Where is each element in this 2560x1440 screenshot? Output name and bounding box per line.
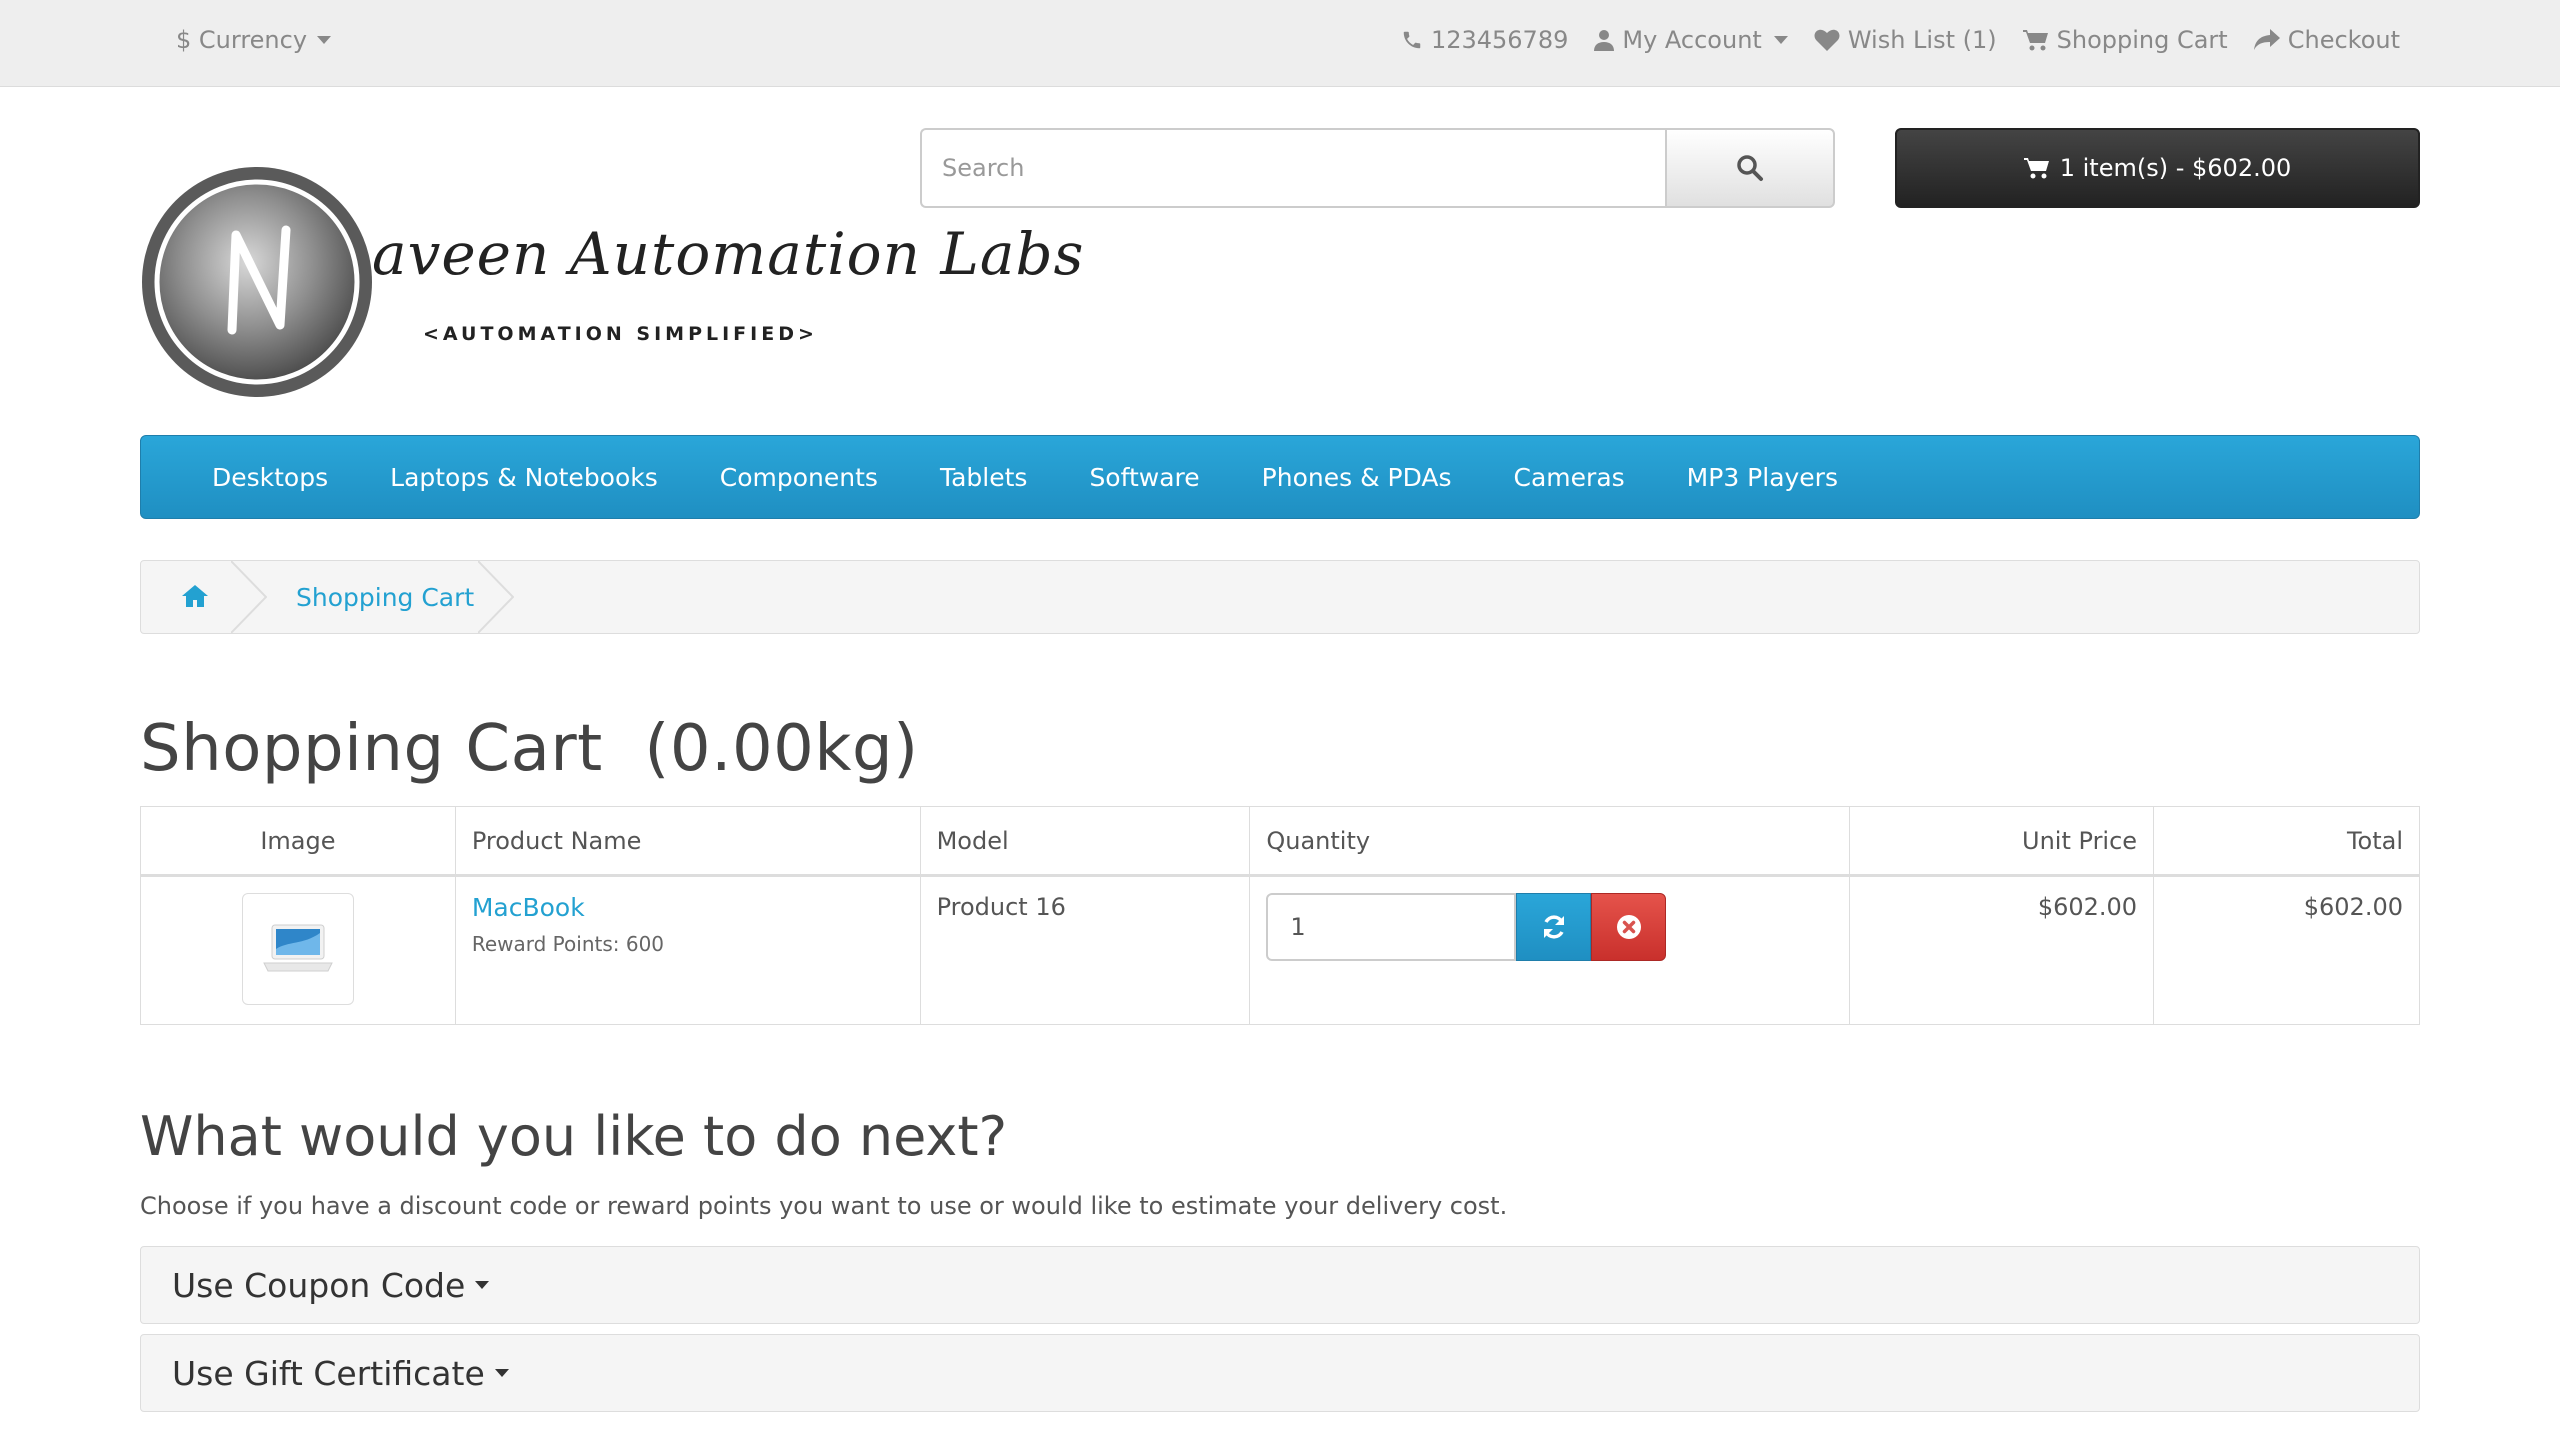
currency-label: $ Currency xyxy=(176,26,308,54)
laptop-icon xyxy=(263,924,333,972)
column-header-quantity: Quantity xyxy=(1249,806,1851,877)
phone-icon xyxy=(1403,31,1421,49)
checkout-link[interactable]: Checkout xyxy=(2253,26,2400,54)
phone-number: 123456789 xyxy=(1430,26,1569,54)
cart-table: Image Product Name Model Quantity Unit P… xyxy=(140,806,2420,1025)
cart-icon xyxy=(2023,158,2049,179)
column-header-total: Total xyxy=(2153,806,2420,877)
column-header-model: Model xyxy=(919,806,1251,877)
logo-script-text: aveen Automation Labs xyxy=(372,220,1085,288)
currency-dropdown[interactable]: $ Currency xyxy=(176,26,332,54)
product-name-link[interactable]: MacBook xyxy=(472,893,904,922)
menu-item-components[interactable]: Components xyxy=(689,463,909,492)
breadcrumb-shopping-cart[interactable]: Shopping Cart xyxy=(296,583,474,612)
top-bar: $ Currency 123456789 My Account Wish Lis… xyxy=(0,0,2560,87)
column-header-image: Image xyxy=(140,806,456,877)
search-button[interactable] xyxy=(1665,128,1835,208)
site-logo[interactable]: aveen Automation Labs <AUTOMATION SIMPLI… xyxy=(140,165,1083,400)
menu-item-tablets[interactable]: Tablets xyxy=(909,463,1058,492)
breadcrumb: Shopping Cart xyxy=(140,560,2420,634)
menu-item-mp3-players[interactable]: MP3 Players xyxy=(1656,463,1869,492)
menu-item-software[interactable]: Software xyxy=(1058,463,1230,492)
chevron-down-icon xyxy=(494,1369,509,1377)
search-input[interactable] xyxy=(920,128,1665,208)
product-name-cell: MacBook Reward Points: 600 xyxy=(454,875,921,1025)
coupon-code-label: Use Coupon Code xyxy=(172,1265,466,1305)
my-account-link[interactable]: My Account xyxy=(1594,26,1788,54)
unit-price: $602.00 xyxy=(1849,875,2155,1025)
shopping-cart-link[interactable]: Shopping Cart xyxy=(2022,26,2228,54)
breadcrumb-home[interactable] xyxy=(181,583,209,613)
category-menu: Desktops Laptops & Notebooks Components … xyxy=(140,435,2420,519)
product-image-cell xyxy=(140,875,456,1025)
chevron-down-icon xyxy=(317,36,332,44)
next-steps-description: Choose if you have a discount code or re… xyxy=(140,1192,1508,1220)
cart-total-label: 1 item(s) - $602.00 xyxy=(2059,154,2292,182)
gift-certificate-panel[interactable]: Use Gift Certificate xyxy=(140,1334,2420,1412)
chevron-down-icon xyxy=(475,1281,490,1289)
table-header-row: Image Product Name Model Quantity Unit P… xyxy=(140,806,2420,877)
cart-total-button[interactable]: 1 item(s) - $602.00 xyxy=(1895,128,2420,208)
breadcrumb-separator xyxy=(231,561,267,633)
cart-icon xyxy=(2022,30,2048,51)
menu-item-desktops[interactable]: Desktops xyxy=(181,463,359,492)
menu-item-laptops-notebooks[interactable]: Laptops & Notebooks xyxy=(359,463,689,492)
shopping-cart-label: Shopping Cart xyxy=(2056,26,2228,54)
quantity-group xyxy=(1266,893,1833,961)
column-header-product-name: Product Name xyxy=(454,806,921,877)
checkout-label: Checkout xyxy=(2287,26,2400,54)
breadcrumb-separator xyxy=(478,561,514,633)
times-circle-icon xyxy=(1616,915,1641,939)
wish-list-link[interactable]: Wish List (1) xyxy=(1814,26,1997,54)
quantity-input[interactable] xyxy=(1266,893,1517,961)
gift-certificate-label: Use Gift Certificate xyxy=(172,1353,485,1393)
page-title: Shopping Cart (0.00kg) xyxy=(140,712,919,786)
search-icon xyxy=(1737,155,1763,181)
wish-list-label: Wish List (1) xyxy=(1847,26,1997,54)
product-thumbnail[interactable] xyxy=(241,893,354,1005)
heart-icon xyxy=(1814,29,1840,51)
share-icon xyxy=(2253,29,2280,50)
quantity-cell xyxy=(1249,875,1851,1025)
my-account-label: My Account xyxy=(1622,26,1762,54)
top-links: 123456789 My Account Wish List (1) Shopp… xyxy=(1401,26,2400,54)
coupon-code-panel[interactable]: Use Coupon Code xyxy=(140,1246,2420,1324)
menu-item-cameras[interactable]: Cameras xyxy=(1483,463,1656,492)
phone-link[interactable]: 123456789 xyxy=(1401,26,1568,54)
search-bar xyxy=(920,128,1835,208)
table-row: MacBook Reward Points: 600 Product 16 1 … xyxy=(140,875,2420,1025)
reward-points: Reward Points: 600 xyxy=(471,932,665,956)
remove-button[interactable] xyxy=(1591,893,1667,961)
menu-item-phones-pdas[interactable]: Phones & PDAs xyxy=(1231,463,1483,492)
user-icon xyxy=(1594,30,1615,51)
chevron-down-icon xyxy=(1773,36,1788,44)
update-button[interactable] xyxy=(1516,893,1592,961)
home-icon xyxy=(182,585,208,607)
refresh-icon xyxy=(1543,915,1564,939)
product-model: Product 16 xyxy=(919,875,1251,1025)
next-steps-heading: What would you like to do next? xyxy=(140,1105,1008,1168)
column-header-unit-price: Unit Price xyxy=(1849,806,2155,877)
line-total: $602.00 xyxy=(2153,875,2420,1025)
logo-tagline: <AUTOMATION SIMPLIFIED> xyxy=(423,323,818,345)
